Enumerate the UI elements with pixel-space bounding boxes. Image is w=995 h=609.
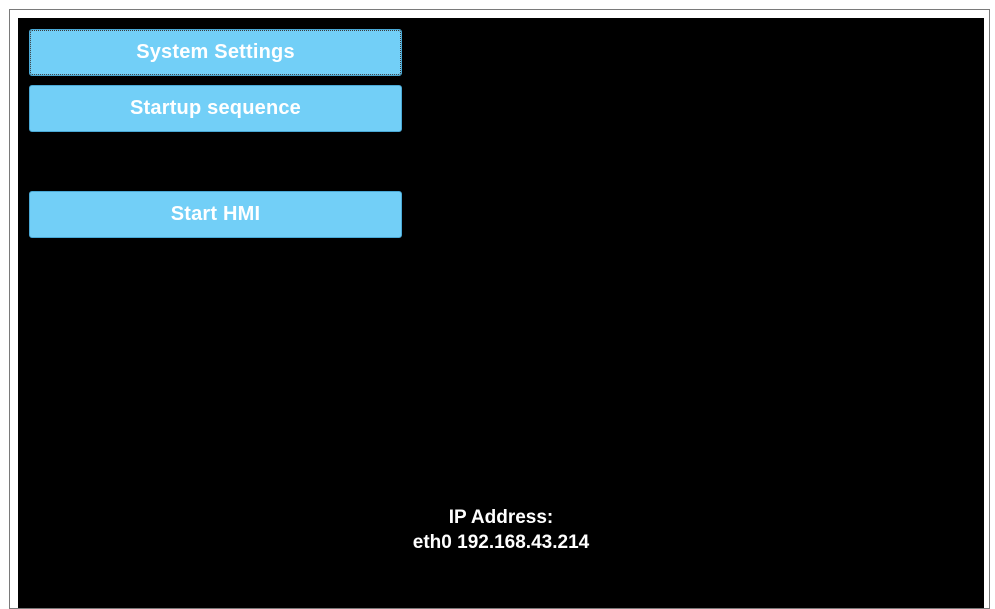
ip-address-value: eth0 192.168.43.214 — [412, 532, 590, 553]
startup-sequence-button[interactable]: Startup sequence — [29, 85, 402, 132]
ip-address-label: IP Address: — [448, 507, 554, 528]
hmi-screen: System Settings Startup sequence Start H… — [18, 18, 984, 608]
start-hmi-button[interactable]: Start HMI — [29, 191, 402, 238]
ip-address-panel: IP Address: eth0 192.168.43.214 — [18, 505, 984, 555]
system-settings-button[interactable]: System Settings — [29, 29, 402, 76]
